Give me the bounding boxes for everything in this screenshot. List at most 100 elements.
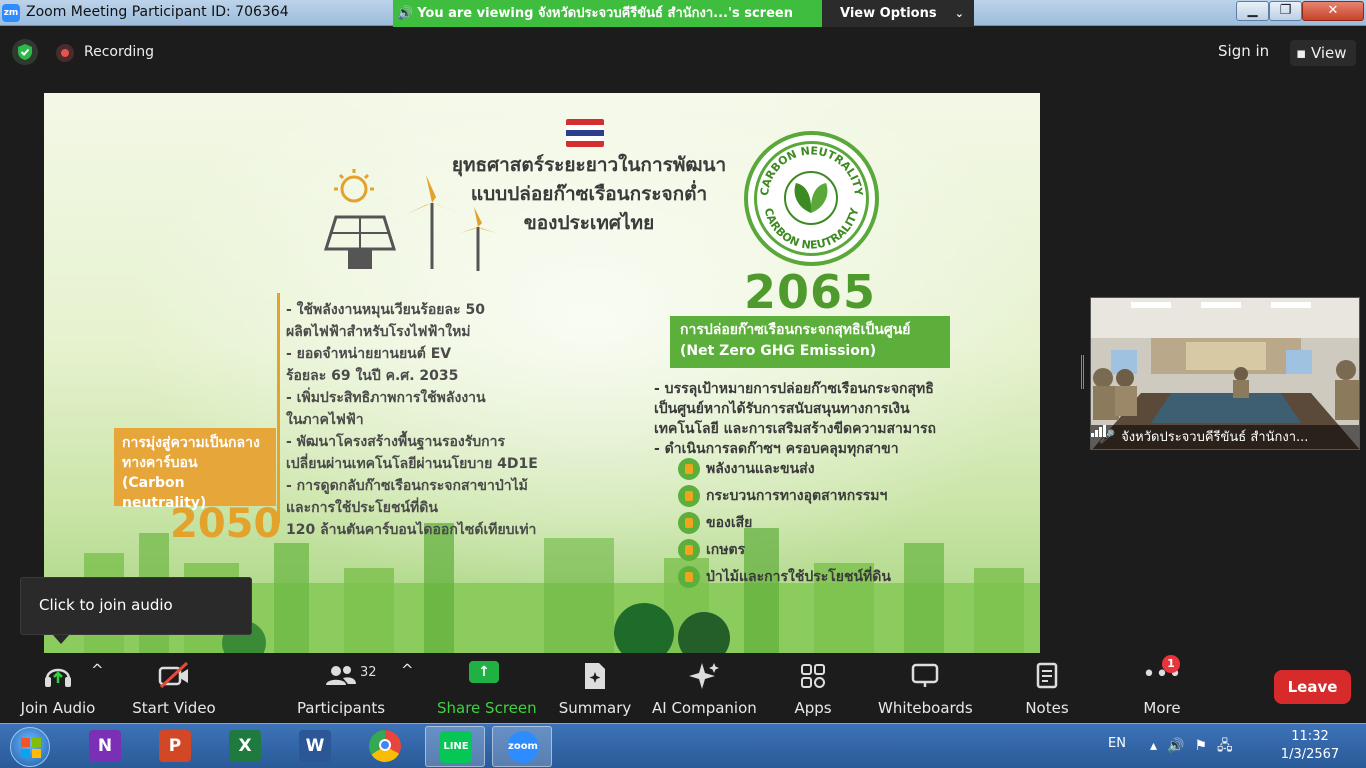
zoom-icon: zoom bbox=[507, 731, 539, 763]
close-button[interactable]: ✕ bbox=[1302, 1, 1364, 21]
share-screen-icon: ↑ bbox=[469, 661, 499, 683]
whiteboards-label: Whiteboards bbox=[878, 699, 973, 717]
taskbar-app-excel[interactable]: X bbox=[215, 726, 275, 767]
carbon-neutrality-bullets: - ใช้พลังงานหมุนเวียนร้อยละ 50 ผลิตไฟฟ้า… bbox=[286, 300, 586, 542]
bullet-line: - เพิ่มประสิทธิภาพการใช้พลังงาน bbox=[286, 390, 486, 406]
bullet-line: ร้อยละ 69 ในปี ค.ศ. 2035 bbox=[286, 368, 459, 384]
panel-resize-handle[interactable] bbox=[1081, 355, 1084, 389]
participants-count: 32 bbox=[360, 665, 377, 680]
sector-label: ของเสีย bbox=[706, 515, 753, 531]
meeting-toolbar: Join Audio ^ Start Video 32 Participants… bbox=[0, 653, 1366, 723]
share-screen-label: Share Screen bbox=[437, 699, 537, 717]
agriculture-icon bbox=[678, 539, 700, 561]
join-audio-button[interactable]: Join Audio bbox=[18, 661, 98, 717]
bullet-line: - พัฒนาโครงสร้างพื้นฐานรองรับการ bbox=[286, 434, 505, 450]
headphones-icon bbox=[18, 661, 98, 691]
cn-line: การมุ่งสู่ความเป็นกลาง bbox=[122, 435, 260, 451]
summary-label: Summary bbox=[558, 699, 632, 717]
clock-date: 1/3/2567 bbox=[1280, 747, 1340, 762]
ai-companion-button[interactable]: AI Companion bbox=[652, 661, 757, 717]
notes-icon bbox=[1022, 661, 1072, 691]
notes-button[interactable]: Notes bbox=[1022, 661, 1072, 717]
sector-label: ป่าไม้และการใช้ประโยชน์ที่ดิน bbox=[706, 569, 891, 585]
sign-in-link[interactable]: Sign in bbox=[1218, 42, 1269, 60]
bullet-line: เทคโนโลยี และการเสริมสร้างขีดความสามารถ bbox=[654, 421, 936, 437]
bullet-line: - ยอดจำหน่ายยานยนต์ EV bbox=[286, 346, 452, 362]
maximize-button[interactable]: ❐ bbox=[1269, 1, 1302, 21]
volume-icon[interactable]: 🔊 bbox=[1167, 738, 1194, 754]
leave-button[interactable]: Leave bbox=[1274, 670, 1351, 704]
windows-logo-icon bbox=[21, 738, 41, 758]
taskbar-app-word[interactable]: W bbox=[285, 726, 345, 767]
whiteboards-button[interactable]: Whiteboards bbox=[878, 661, 973, 717]
show-hidden-icons-icon[interactable]: ▴ bbox=[1150, 738, 1167, 754]
view-layout-icon: ▪ bbox=[1296, 44, 1307, 62]
taskbar-app-zoom[interactable]: zoom bbox=[492, 726, 552, 767]
view-options-button[interactable]: View Options ⌄ bbox=[822, 0, 974, 27]
clock-time: 11:32 bbox=[1291, 729, 1329, 744]
recording-label: Recording bbox=[84, 44, 155, 60]
leaf-icon: CARBON NEUTRALITY CARBON NEUTRALITY bbox=[758, 144, 865, 251]
network-icon[interactable]: 🖧 bbox=[1217, 738, 1243, 754]
bullet-line: เป็นศูนย์หากได้รับการสนับสนุนทางการเงิน bbox=[654, 401, 910, 417]
security-shield-icon[interactable] bbox=[12, 39, 38, 65]
participant-name-bar: 🎤 จังหวัดประจวบคีรีขันธ์ สำนักงา... bbox=[1091, 425, 1359, 449]
meeting-top-bar: Recording Sign in ▪ View bbox=[0, 27, 1366, 79]
participant-video-tile[interactable]: 🎤 จังหวัดประจวบคีรีขันธ์ สำนักงา... bbox=[1090, 297, 1360, 450]
taskbar-app-line[interactable]: LINE bbox=[425, 726, 485, 767]
slide-title: ยุทธศาสตร์ระยะยาวในการพัฒนา แบบปล่อยก๊าซ… bbox=[424, 151, 754, 238]
participants-options-caret[interactable]: ^ bbox=[401, 661, 414, 679]
language-indicator[interactable]: EN bbox=[1108, 736, 1126, 751]
taskbar-app-onenote[interactable]: N bbox=[75, 726, 135, 767]
sector-item: ป่าไม้และการใช้ประโยชน์ที่ดิน bbox=[678, 565, 891, 592]
title-bar: zm Zoom Meeting Participant ID: 706364 🔊… bbox=[0, 0, 1366, 27]
share-screen-icon-wrap: ↑ bbox=[437, 661, 531, 691]
more-button[interactable]: ••• 1 More bbox=[1138, 655, 1186, 717]
apps-button[interactable]: Apps bbox=[788, 661, 838, 717]
chevron-down-icon: ⌄ bbox=[954, 7, 964, 20]
net-zero-thai: การปล่อยก๊าซเรือนกระจกสุทธิเป็นศูนย์ bbox=[680, 322, 911, 338]
notes-label: Notes bbox=[1025, 699, 1069, 717]
bullet-line: - การดูดกลับก๊าซเรือนกระจกสาขาป่าไม้ bbox=[286, 478, 528, 494]
system-tray: ▴🔊⚑🖧 bbox=[1150, 735, 1243, 759]
slide-title-line: ของประเทศไทย bbox=[523, 212, 655, 234]
industry-icon bbox=[678, 485, 700, 507]
sector-item: กระบวนการทางอุตสาหกรรมฯ bbox=[678, 484, 891, 511]
bullet-line: - ใช้พลังงานหมุนเวียนร้อยละ 50 bbox=[286, 302, 485, 318]
forestry-icon bbox=[678, 566, 700, 588]
zoom-logo-icon: zm bbox=[2, 4, 20, 22]
minimize-button[interactable]: ▁ bbox=[1236, 1, 1269, 21]
taskbar-app-powerpoint[interactable]: P bbox=[145, 726, 205, 767]
net-zero-english: (Net Zero GHG Emission) bbox=[680, 343, 877, 359]
participant-name: จังหวัดประจวบคีรีขันธ์ สำนักงา... bbox=[1121, 430, 1309, 445]
window-title: Zoom Meeting Participant ID: 706364 bbox=[26, 4, 289, 20]
bullet-line: - บรรลุเป้าหมายการปล่อยก๊าซเรือนกระจกสุท… bbox=[654, 381, 934, 397]
carbon-neutrality-box: การมุ่งสู่ความเป็นกลาง ทางคาร์บอน (Carbo… bbox=[114, 428, 276, 511]
participants-button[interactable]: 32 Participants bbox=[296, 661, 386, 717]
video-off-icon bbox=[132, 661, 216, 691]
sector-label: กระบวนการทางอุตสาหกรรมฯ bbox=[706, 488, 888, 504]
summary-button[interactable]: Summary bbox=[558, 661, 632, 717]
system-clock[interactable]: 11:32 1/3/2567 bbox=[1270, 728, 1350, 764]
line-icon: LINE bbox=[440, 731, 472, 763]
apps-icon bbox=[788, 661, 838, 691]
net-zero-bullets: - บรรลุเป้าหมายการปล่อยก๊าซเรือนกระจกสุท… bbox=[654, 379, 984, 459]
bullet-line: ในภาคไฟฟ้า bbox=[286, 412, 364, 428]
view-button[interactable]: ▪ View bbox=[1290, 40, 1356, 66]
action-center-flag-icon[interactable]: ⚑ bbox=[1194, 738, 1217, 754]
whiteboard-icon bbox=[878, 661, 972, 691]
view-button-label: View bbox=[1310, 44, 1347, 62]
timeline-divider bbox=[277, 293, 280, 523]
audio-options-caret[interactable]: ^ bbox=[91, 661, 104, 679]
start-video-button[interactable]: Start Video bbox=[132, 661, 216, 717]
view-options-label: View Options bbox=[840, 6, 937, 21]
taskbar-app-chrome[interactable] bbox=[355, 726, 415, 767]
start-button[interactable] bbox=[10, 727, 50, 767]
more-dots-icon: ••• 1 bbox=[1138, 655, 1186, 691]
share-screen-button[interactable]: ↑ Share Screen bbox=[437, 661, 537, 717]
cn-line: ทางคาร์บอน bbox=[122, 455, 198, 471]
sector-list: พลังงานและขนส่ง กระบวนการทางอุตสาหกรรมฯ … bbox=[678, 457, 891, 592]
net-zero-box: การปล่อยก๊าซเรือนกระจกสุทธิเป็นศูนย์ (Ne… bbox=[670, 316, 950, 368]
onenote-icon: N bbox=[89, 730, 121, 762]
ai-sparkle-icon bbox=[652, 661, 756, 691]
